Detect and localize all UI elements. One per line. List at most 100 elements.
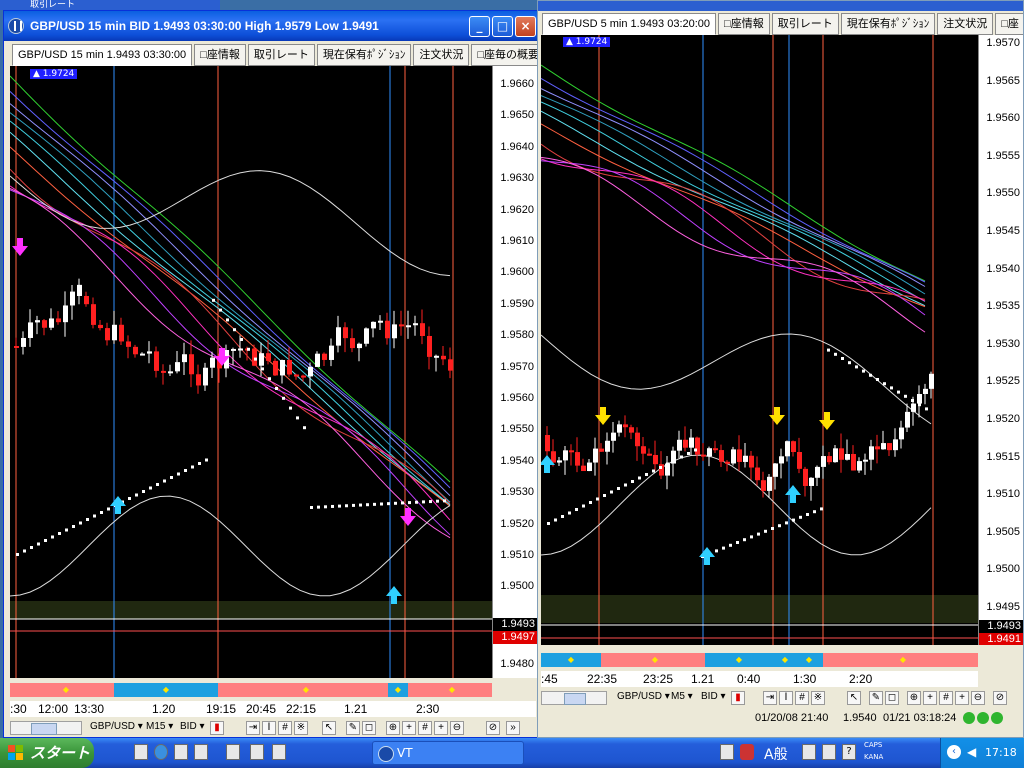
sar-dot (282, 396, 285, 400)
tab-rates[interactable]: 取引レート (247, 44, 315, 66)
close-button[interactable]: × (515, 16, 536, 37)
candle (809, 477, 814, 486)
quicklaunch-icon[interactable] (250, 744, 264, 760)
scrollbar-thumb[interactable] (564, 693, 586, 705)
side-select[interactable]: BID ▾ (701, 691, 725, 702)
shape-tool-icon[interactable]: ◻ (885, 691, 899, 705)
zoom-in-icon[interactable]: ⊕ (907, 691, 921, 705)
ime-tool-icon[interactable] (802, 744, 816, 760)
candle (581, 465, 586, 472)
settings-icon[interactable]: ⊘ (486, 721, 500, 735)
candle (259, 353, 264, 366)
channel-tool-icon[interactable]: Ⅰ (262, 721, 276, 735)
horizontal-scrollbar[interactable] (10, 721, 82, 735)
time-label: 1.21 (344, 702, 368, 716)
cursor-icon[interactable]: ↖ (847, 691, 861, 705)
scrollbar-thumb[interactable] (31, 723, 57, 735)
ie-icon[interactable] (154, 744, 168, 760)
candle (385, 320, 390, 339)
channel-tool-icon[interactable]: Ⅰ (779, 691, 793, 705)
tab-rates[interactable]: 取引レート (771, 13, 839, 35)
tab-chart[interactable]: GBP/USD 5 min 1.9493 03:20:00 (542, 13, 717, 35)
settings-icon[interactable]: ⊘ (993, 691, 1007, 705)
crosshair-icon[interactable]: + (434, 721, 448, 735)
tab-orders[interactable]: 注文状況 (937, 13, 994, 35)
sar-dot (93, 514, 96, 518)
pen-tool-icon[interactable]: ✎ (869, 691, 883, 705)
tab-positions[interactable]: 現在保有ﾎﾟｼﾞｼｮﾝ (316, 44, 412, 66)
crosshair-icon[interactable]: + (402, 721, 416, 735)
pen-tool-icon[interactable]: ✎ (346, 721, 360, 735)
zoom-out-icon[interactable]: ⊖ (971, 691, 985, 705)
quicklaunch-icon[interactable] (134, 744, 148, 760)
volume-icon[interactable]: ◀ (967, 745, 976, 759)
tab-positions[interactable]: 現在保有ﾎﾟｼﾞｼｮﾝ (840, 13, 936, 35)
crosshair-icon[interactable]: + (923, 691, 937, 705)
tab-orders[interactable]: 注文状況 (413, 44, 470, 66)
tab-account-info[interactable]: □座情報 (718, 13, 770, 35)
background-window-tab[interactable]: 取引レート (0, 0, 220, 10)
crosshair-icon[interactable]: + (955, 691, 969, 705)
candle-icon[interactable]: ▮ (731, 691, 745, 705)
candle (743, 455, 748, 462)
fib-tool-icon[interactable]: ※ (811, 691, 825, 705)
quicklaunch-icon[interactable] (174, 744, 188, 760)
candle (35, 320, 40, 323)
tray-expand-icon[interactable]: ‹ (947, 745, 961, 759)
candle (434, 355, 439, 358)
help-icon[interactable]: ? (842, 744, 856, 760)
timeframe-select[interactable]: M5 ▾ (671, 691, 693, 702)
zoom-in-icon[interactable]: ⊕ (386, 721, 400, 735)
ime-icon[interactable] (740, 744, 754, 760)
line-tool-icon[interactable]: ⇥ (763, 691, 777, 705)
candle (557, 460, 562, 463)
symbol-select[interactable]: GBP/USD ▾ (90, 721, 143, 732)
tab-account-summary[interactable]: □座毎の概要 (471, 44, 538, 66)
candle (203, 367, 208, 386)
quicklaunch-icon[interactable] (272, 744, 286, 760)
tab-chart[interactable]: GBP/USD 15 min 1.9493 03:30:00 (12, 44, 193, 66)
price-label: 1.9650 (500, 109, 534, 122)
side-select[interactable]: BID ▾ (180, 721, 204, 732)
candle (322, 353, 327, 360)
taskbar-item-vt[interactable]: VT (372, 741, 524, 765)
ime-tool-icon[interactable] (822, 744, 836, 760)
timeframe-select[interactable]: M15 ▾ (146, 721, 173, 732)
minimize-button[interactable]: _ (469, 16, 490, 37)
time-label: 12:00 (38, 702, 69, 716)
keyboard-icon[interactable] (720, 744, 734, 760)
candle (371, 321, 376, 329)
title-bar[interactable]: GBP/USD 15 min BID 1.9493 03:30:00 High … (4, 11, 538, 41)
scroll-end-icon[interactable]: » (506, 721, 520, 735)
grid-tool-icon[interactable]: # (278, 721, 292, 735)
candle-icon[interactable]: ▮ (210, 721, 224, 735)
shape-tool-icon[interactable]: ◻ (362, 721, 376, 735)
tab-account-info[interactable]: □座情報 (194, 44, 246, 66)
grid-tool-icon[interactable]: # (795, 691, 809, 705)
crosshair-icon[interactable]: # (418, 721, 432, 735)
symbol-select[interactable]: GBP/USD ▾ (617, 691, 670, 702)
tab-account-summary[interactable]: □座 (995, 13, 1023, 35)
printer-icon[interactable] (226, 744, 240, 760)
fib-tool-icon[interactable]: ※ (294, 721, 308, 735)
cursor-icon[interactable]: ↖ (322, 721, 336, 735)
start-button[interactable]: スタート (0, 738, 94, 768)
max-price-badge: ▲ 1.9724 (563, 37, 611, 47)
price-chart[interactable]: ▲ 1.9724 (541, 35, 978, 645)
quicklaunch-icon[interactable] (194, 744, 208, 760)
zoom-out-icon[interactable]: ⊖ (450, 721, 464, 735)
time-label: :30 (10, 702, 27, 716)
candle (851, 454, 856, 471)
sar-dot (107, 507, 110, 511)
crosshair-icon[interactable]: # (939, 691, 953, 705)
horizontal-scrollbar[interactable] (541, 691, 607, 705)
maximize-button[interactable]: □ (492, 16, 513, 37)
ime-mode[interactable]: A般 (764, 744, 788, 764)
candle (839, 448, 844, 460)
candle (725, 461, 730, 464)
price-chart[interactable]: ▲ 1.9724 (10, 66, 492, 678)
candle (731, 449, 736, 464)
candle (252, 348, 257, 366)
line-tool-icon[interactable]: ⇥ (246, 721, 260, 735)
clock[interactable]: 17:18 (985, 746, 1017, 759)
